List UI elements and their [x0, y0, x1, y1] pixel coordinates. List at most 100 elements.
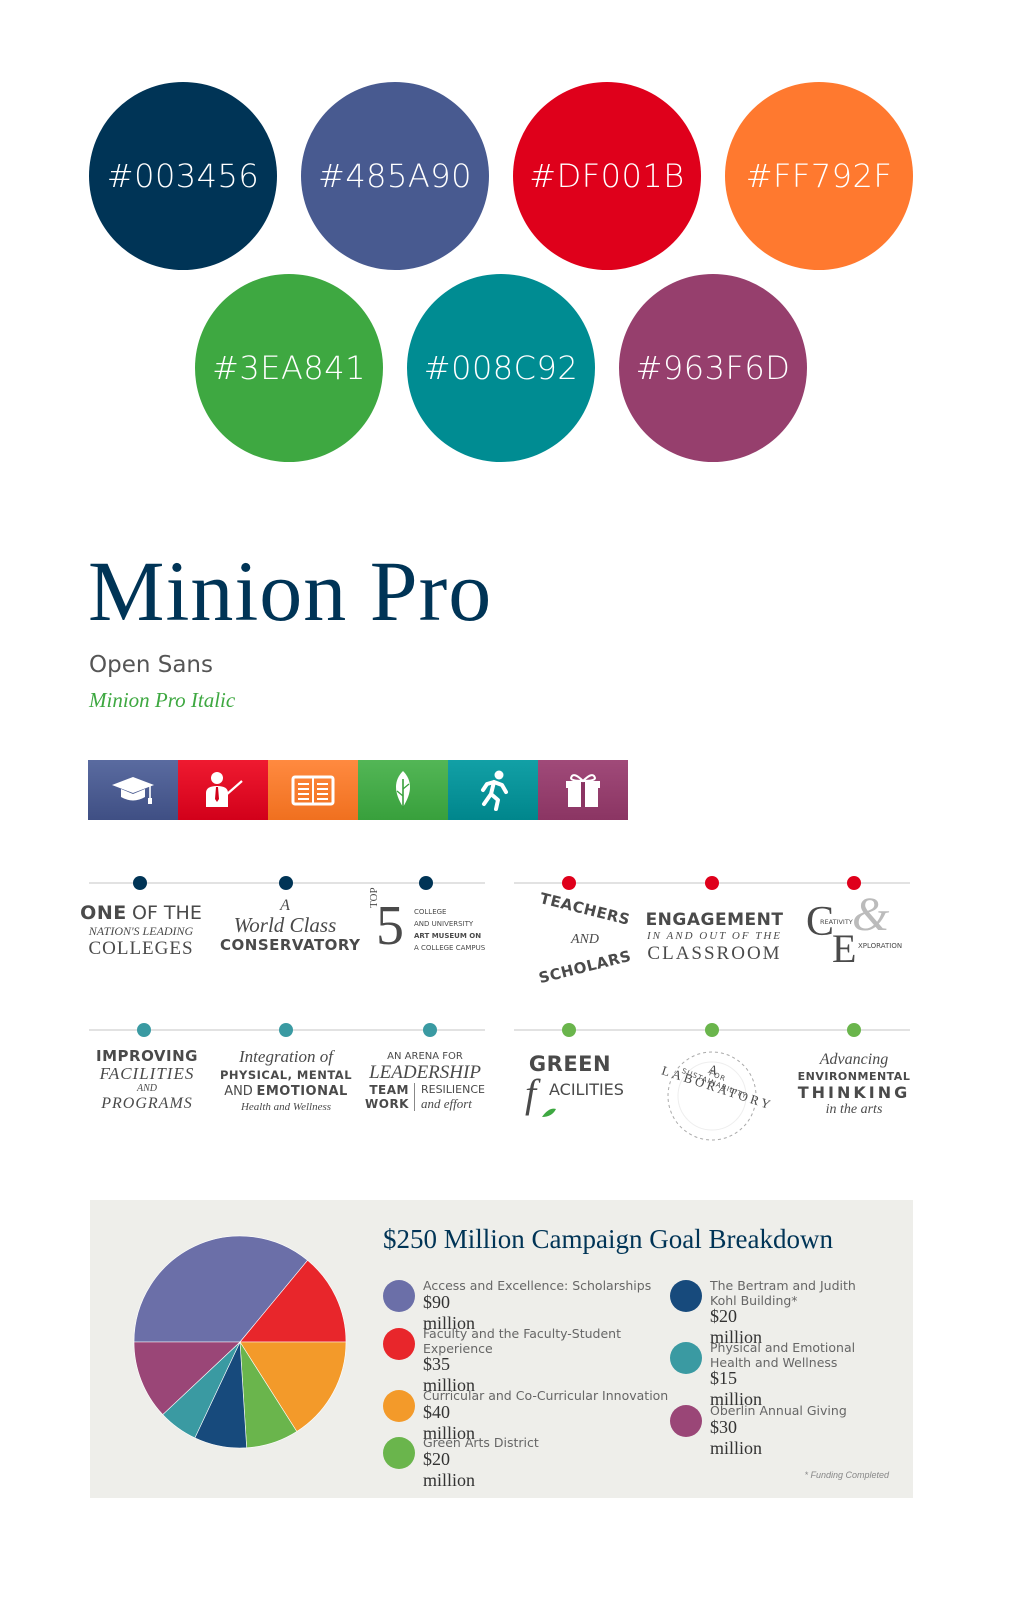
legend-value: $20 million [423, 1449, 476, 1490]
swatch-3ea841: #3EA841 [195, 274, 383, 462]
statement-world-class: A World Class CONSERVATORY [220, 897, 361, 955]
dot-marker [705, 876, 719, 890]
statement-text: AND UNIVERSITY [414, 920, 474, 928]
statement-text: & [852, 888, 890, 941]
swatch-label: #963F6D [635, 349, 791, 387]
statement-text: ENVIRONMENTAL [797, 1070, 911, 1083]
font-sample-secondary: Open Sans [89, 652, 213, 678]
statement-text: XPLORATION [858, 942, 903, 950]
campaign-panel: $250 Million Campaign Goal Breakdown Acc… [90, 1200, 913, 1498]
legend-label: Green Arts District [423, 1435, 539, 1450]
swatch-label: #008C92 [423, 349, 579, 387]
statement-text: E [832, 926, 857, 971]
statement-text: Health and Wellness [240, 1101, 332, 1113]
runner-icon [481, 770, 508, 811]
statement-text: CONSERVATORY [220, 936, 361, 954]
legend-label: Faculty and the Faculty-Student Experien… [423, 1326, 621, 1356]
leaf-icon [396, 771, 410, 809]
icon-tile-runner [448, 760, 538, 820]
legend-swatch [383, 1328, 415, 1360]
statement-text: FACILITIES [99, 1064, 195, 1083]
statement-text: IN AND OUT OF THE [646, 930, 783, 942]
statement-engagement: ENGAGEMENT IN AND OUT OF THE CLASSROOM [642, 910, 787, 965]
statement-text: COLLEGE [414, 908, 447, 916]
statement-text: PHYSICAL, MENTAL [219, 1068, 353, 1082]
gift-icon [566, 774, 600, 807]
swatch-label: #3EA841 [212, 349, 366, 387]
icon-tile-graduation [88, 760, 178, 820]
statement-teachers-scholars: TEACHERS AND SCHOLARS [520, 889, 650, 990]
statement-text: Integration of [239, 1047, 333, 1066]
dot-marker [137, 1023, 151, 1037]
statement-one-of-the: ONE OF THE NATION'S LEADING COLLEGES [76, 902, 206, 960]
statement-text: World Class [233, 913, 337, 937]
legend-swatch [383, 1390, 415, 1422]
icon-tile-leaf [358, 760, 448, 820]
icon-tile-teacher [178, 760, 268, 820]
leaf-accent-icon [542, 1108, 556, 1117]
statement-integration: Integration of PHYSICAL, MENTAL AND EMOT… [216, 1047, 356, 1114]
open-book-icon [291, 775, 335, 806]
statement-text: Advancing [819, 1051, 889, 1068]
legend-label: Oberlin Annual Giving [710, 1403, 847, 1418]
dot-marker [847, 1023, 861, 1037]
icon-strip [88, 760, 628, 820]
statement-text: RESILIENCE [420, 1083, 485, 1096]
dot-marker [279, 1023, 293, 1037]
campaign-title: $250 Million Campaign Goal Breakdown [383, 1224, 833, 1254]
statement-text: AND [224, 1084, 253, 1099]
dot-marker [562, 876, 576, 890]
statement-text: in the arts [825, 1102, 883, 1117]
legend-swatch [670, 1405, 702, 1437]
legend-label: Access and Excellence: Scholarships [423, 1278, 652, 1293]
legend-swatch [670, 1342, 702, 1374]
statement-text: and effort [420, 1096, 472, 1111]
swatch-008c92: #008C92 [407, 274, 595, 462]
statement-text: ACILITIES [549, 1080, 624, 1099]
statement-text: REATIVITY [820, 918, 853, 926]
dot-marker [279, 876, 293, 890]
legend-swatch [383, 1280, 415, 1312]
legend-swatch [383, 1437, 415, 1469]
statement-text: f [525, 1071, 537, 1116]
swatch-003456: #003456 [89, 82, 277, 270]
statement-green-facilities: GREEN f ACILITIES [505, 1052, 635, 1122]
swatch-485a90: #485A90 [301, 82, 489, 270]
footnote: * Funding Completed [804, 1470, 889, 1480]
dot-marker [705, 1023, 719, 1037]
teacher-icon [206, 772, 243, 807]
dot-marker [562, 1023, 576, 1037]
statement-text: OF THE [132, 902, 202, 924]
statement-text: A [280, 897, 290, 914]
dot-marker [419, 876, 433, 890]
statement-text: IMPROVING [96, 1047, 198, 1065]
dot-marker [133, 876, 147, 890]
statement-text: A COLLEGE CAMPUS [414, 944, 486, 952]
swatch-df001b: #DF001B [513, 82, 701, 270]
statement-text: ENGAGEMENT [645, 910, 784, 930]
statement-text: TEACHERS [538, 889, 632, 929]
statement-text: THINKING [797, 1083, 911, 1102]
statement-text: COLLEGES [88, 938, 194, 959]
statement-text: TEAM [369, 1083, 409, 1097]
icon-tile-gift [538, 760, 628, 820]
legend-value: $30 million [710, 1417, 763, 1458]
statement-text: LEADERSHIP [369, 1062, 481, 1083]
statement-arena-leadership: AN ARENA FOR LEADERSHIP TEAM WORK RESILI… [360, 1050, 490, 1111]
statement-laboratory: A LABORATORY FOR SUSTAINABILITY [652, 1044, 775, 1144]
graduation-cap-icon [112, 777, 154, 804]
legend-label: The Bertram and Judith Kohl Building* [710, 1278, 856, 1308]
statement-text: CLASSROOM [647, 943, 782, 964]
legend-label: Physical and Emotional Health and Wellne… [710, 1340, 856, 1370]
statement-advancing: Advancing ENVIRONMENTAL THINKING in the … [792, 1050, 916, 1118]
swatch-ff792f: #FF792F [725, 82, 913, 270]
swatch-label: #485A90 [318, 157, 472, 195]
legend-swatch [670, 1280, 702, 1312]
swatch-963f6d: #963F6D [619, 274, 807, 462]
statement-text: ONE [80, 902, 127, 924]
statement-text: NATION'S LEADING [88, 924, 194, 938]
swatch-label: #DF001B [529, 157, 685, 195]
swatch-label: #003456 [106, 157, 260, 195]
font-sample-accent: Minion Pro Italic [89, 688, 236, 712]
statement-text: PROGRAMS [101, 1095, 193, 1112]
